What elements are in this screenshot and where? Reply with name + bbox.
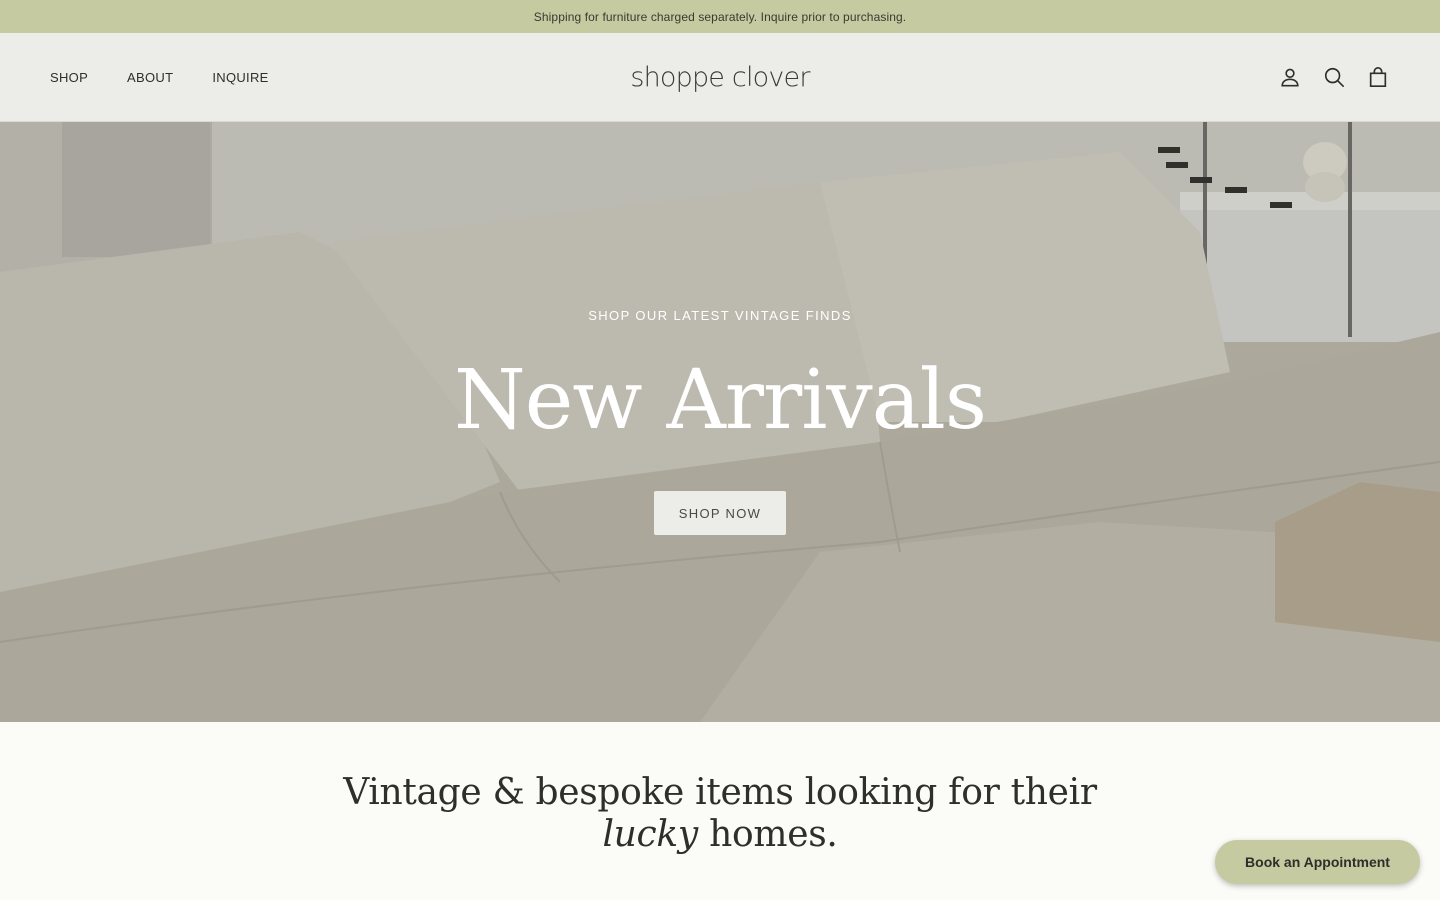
hero-title: New Arrivals <box>454 353 987 448</box>
site-header: SHOP ABOUT INQUIRE shoppe clover <box>0 33 1440 122</box>
intro-italic-word: lucky <box>602 814 698 855</box>
intro-line-2-rest: homes. <box>697 814 838 855</box>
nav-inquire[interactable]: INQUIRE <box>212 70 268 85</box>
hero-banner: SHOP OUR LATEST VINTAGE FINDS New Arriva… <box>0 122 1440 722</box>
account-icon[interactable] <box>1278 65 1302 89</box>
nav-shop[interactable]: SHOP <box>50 70 88 85</box>
hero-content: SHOP OUR LATEST VINTAGE FINDS New Arriva… <box>0 122 1440 722</box>
cart-icon[interactable] <box>1366 65 1390 89</box>
intro-line-1: Vintage & bespoke items looking for thei… <box>343 772 1097 813</box>
site-logo[interactable]: shoppe clover <box>630 62 810 93</box>
announcement-text: Shipping for furniture charged separatel… <box>533 9 907 24</box>
hero-subtitle: SHOP OUR LATEST VINTAGE FINDS <box>588 308 852 323</box>
search-icon[interactable] <box>1322 65 1346 89</box>
main-nav: SHOP ABOUT INQUIRE <box>50 33 269 121</box>
book-appointment-button[interactable]: Book an Appointment <box>1215 840 1420 884</box>
announcement-bar: Shipping for furniture charged separatel… <box>0 0 1440 33</box>
shop-now-button[interactable]: SHOP NOW <box>654 491 786 535</box>
header-icons <box>1278 33 1390 121</box>
nav-about[interactable]: ABOUT <box>127 70 173 85</box>
